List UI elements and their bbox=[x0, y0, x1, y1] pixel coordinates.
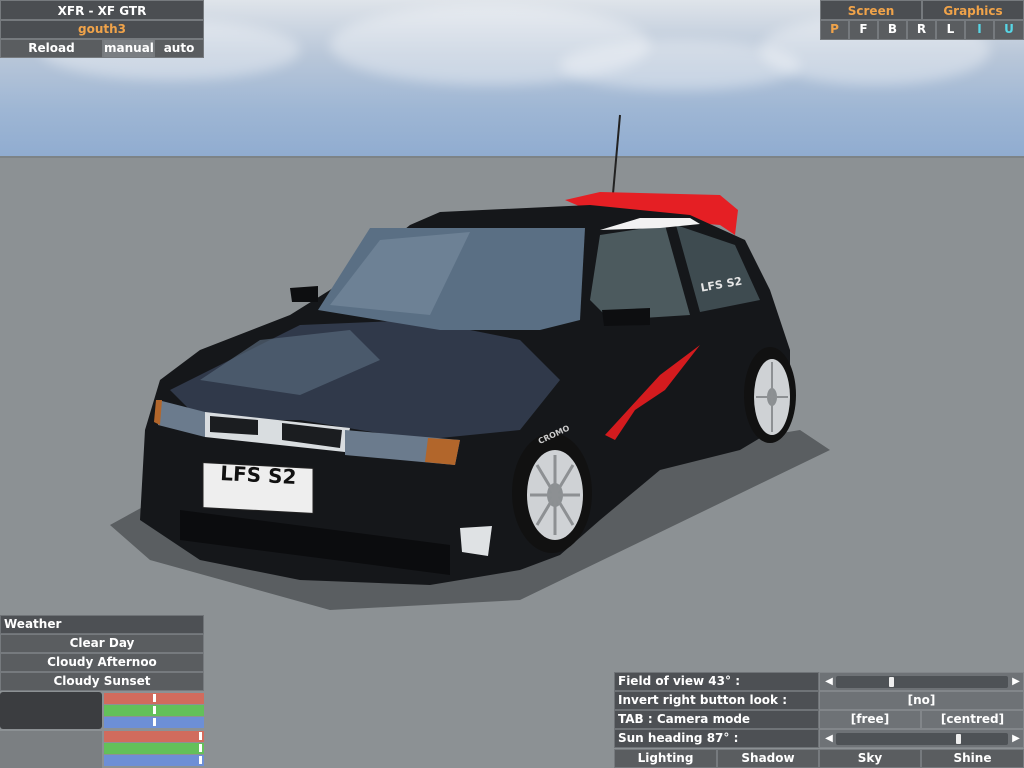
weather-option-cloudy-afternoon[interactable]: Cloudy Afternoo bbox=[0, 653, 204, 672]
view-button-u[interactable]: U bbox=[994, 20, 1024, 40]
manual-button[interactable]: manual bbox=[103, 39, 154, 58]
weather-header: Weather bbox=[0, 615, 204, 634]
sun-heading-label: Sun heading 87° : bbox=[614, 729, 819, 748]
fov-right-arrow-icon[interactable]: ▶ bbox=[1009, 675, 1023, 689]
invert-look-label: Invert right button look : bbox=[614, 691, 819, 710]
sun-left-arrow-icon[interactable]: ◀ bbox=[822, 732, 836, 746]
graphics-tab[interactable]: Graphics bbox=[922, 0, 1024, 20]
skin-name[interactable]: gouth3 bbox=[0, 20, 204, 39]
fov-slider-row: ◀ ▶ bbox=[819, 672, 1024, 691]
view-button-r[interactable]: R bbox=[907, 20, 936, 40]
fov-slider[interactable] bbox=[836, 676, 1008, 688]
colour-swatch-bottom bbox=[0, 731, 102, 768]
colour-slider-red-bottom[interactable] bbox=[104, 731, 204, 742]
view-button-l[interactable]: L bbox=[936, 20, 965, 40]
tab-sky[interactable]: Sky bbox=[819, 749, 921, 768]
plate-text: LFS S2 bbox=[220, 461, 297, 489]
tab-shadow[interactable]: Shadow bbox=[717, 749, 819, 768]
view-button-p[interactable]: P bbox=[820, 20, 849, 40]
tab-lighting[interactable]: Lighting bbox=[614, 749, 717, 768]
reload-button[interactable]: Reload bbox=[0, 39, 103, 58]
fov-label: Field of view 43° : bbox=[614, 672, 819, 691]
auto-button[interactable]: auto bbox=[154, 39, 204, 58]
view-button-f[interactable]: F bbox=[849, 20, 878, 40]
weather-option-clear-day[interactable]: Clear Day bbox=[0, 634, 204, 653]
weather-option-cloudy-sunset[interactable]: Cloudy Sunset bbox=[0, 672, 204, 691]
colour-swatch-top bbox=[0, 692, 102, 729]
colour-slider-blue-top[interactable] bbox=[104, 717, 204, 728]
colour-slider-green-top[interactable] bbox=[104, 705, 204, 716]
colour-slider-red-top[interactable] bbox=[104, 693, 204, 704]
colour-slider-green-bottom[interactable] bbox=[104, 743, 204, 754]
sun-slider[interactable] bbox=[836, 733, 1008, 745]
camera-centred-button[interactable]: [centred] bbox=[921, 710, 1024, 729]
view-button-i[interactable]: I bbox=[965, 20, 994, 40]
view-button-b[interactable]: B bbox=[878, 20, 907, 40]
car-title: XFR - XF GTR bbox=[0, 0, 204, 20]
sun-slider-row: ◀ ▶ bbox=[819, 729, 1024, 748]
fov-left-arrow-icon[interactable]: ◀ bbox=[822, 675, 836, 689]
invert-look-toggle[interactable]: [no] bbox=[819, 691, 1024, 710]
camera-free-button[interactable]: [free] bbox=[819, 710, 921, 729]
sun-right-arrow-icon[interactable]: ▶ bbox=[1009, 732, 1023, 746]
colour-slider-blue-bottom[interactable] bbox=[104, 755, 204, 766]
camera-mode-label: TAB : Camera mode bbox=[614, 710, 819, 729]
screen-tab[interactable]: Screen bbox=[820, 0, 922, 20]
tab-shine[interactable]: Shine bbox=[921, 749, 1024, 768]
